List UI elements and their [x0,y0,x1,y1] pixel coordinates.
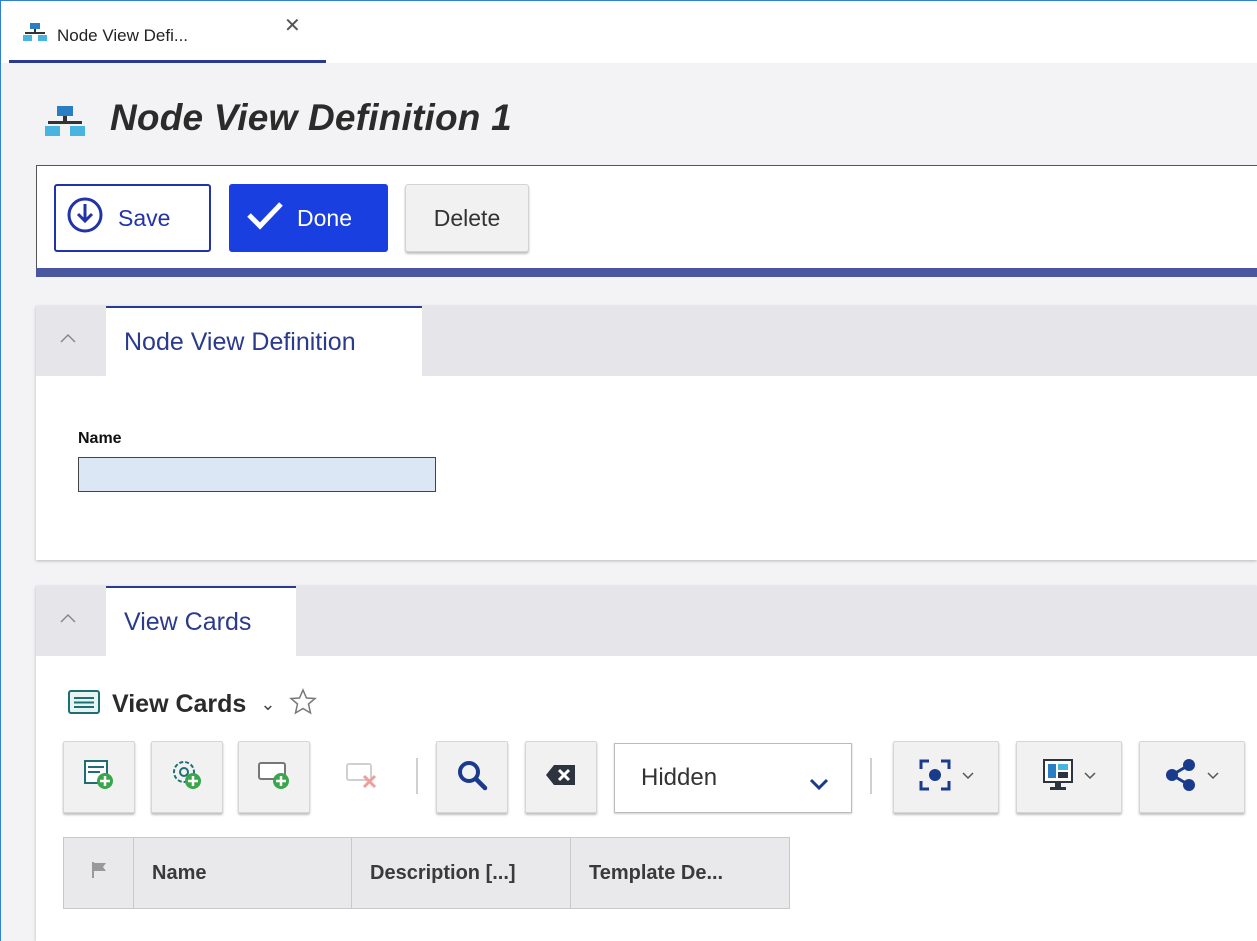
tab-strip: Node View Defi... ✕ [1,1,1257,63]
flag-column-header[interactable] [64,838,134,908]
grid-title: View Cards [112,689,247,718]
save-icon [66,196,104,240]
add-settings-button[interactable] [151,741,223,813]
done-button[interactable]: Done [229,184,388,252]
name-field-label: Name [78,430,122,447]
document-tab[interactable]: Node View Defi... [9,9,326,63]
visibility-select[interactable]: Hidden [614,743,852,813]
add-row-icon [82,758,116,797]
delete-button[interactable]: Delete [405,184,529,252]
toolbar-separator [870,758,872,794]
delete-label: Delete [433,204,501,231]
delete-card-icon [345,758,379,797]
add-card-button[interactable] [238,741,310,813]
star-icon[interactable] [289,687,318,721]
share-icon [1164,758,1198,797]
close-icon[interactable]: ✕ [284,16,301,36]
tab-view-cards[interactable]: View Cards [106,586,296,656]
node-view-definition-panel: Node View Definition Name [36,306,1257,560]
collapse-chevron-icon[interactable] [58,608,78,628]
save-label: Save [118,204,171,231]
done-label: Done [297,204,352,231]
clear-filter-icon [545,763,577,792]
page-title: Node View Definition 1 [110,97,512,138]
save-button[interactable]: Save [54,184,211,252]
flag-icon [90,861,108,885]
chevron-down-icon [1083,768,1097,786]
page-header: Node View Definition 1 [1,64,1257,164]
layout-dropdown-button[interactable] [1016,741,1122,813]
document-tab-label: Node View Defi... [57,26,189,45]
delete-card-button[interactable] [326,741,398,813]
chevron-down-icon [1206,768,1220,786]
grid-title-row: View Cards ⌄ [68,686,318,722]
chevron-down-icon [809,770,829,798]
visibility-select-value: Hidden [641,764,718,791]
column-header-template[interactable]: Template De... [571,838,789,908]
collapse-chevron-icon[interactable] [58,328,78,348]
grid-header: Name Description [...] Template De... [63,837,790,909]
action-toolbar: Save Done Delete [36,165,1257,277]
chevron-down-icon [961,768,975,786]
search-icon [456,759,488,796]
add-settings-icon [170,758,204,797]
toolbar-divider [36,268,1257,277]
node-network-icon [23,23,47,48]
search-button[interactable] [436,741,508,813]
panel-header: View Cards [36,586,1257,656]
panel-header: Node View Definition [36,306,1257,376]
focus-dropdown-button[interactable] [893,741,999,813]
focus-icon [917,757,953,798]
add-row-button[interactable] [63,741,135,813]
checkmark-icon [245,200,285,236]
column-header-name[interactable]: Name [134,838,352,908]
layout-icon [1041,758,1075,797]
chevron-down-icon[interactable]: ⌄ [260,694,275,715]
toolbar-separator [416,758,418,794]
clear-filter-button[interactable] [525,741,597,813]
column-header-description[interactable]: Description [...] [352,838,571,908]
list-icon [68,689,100,719]
node-network-icon [45,106,85,144]
tab-node-view-definition[interactable]: Node View Definition [106,306,422,376]
name-input[interactable] [78,457,436,492]
view-cards-panel: View Cards View Cards ⌄ Hidden Name Desc… [36,586,1257,941]
add-card-icon [257,758,291,797]
share-dropdown-button[interactable] [1139,741,1245,813]
